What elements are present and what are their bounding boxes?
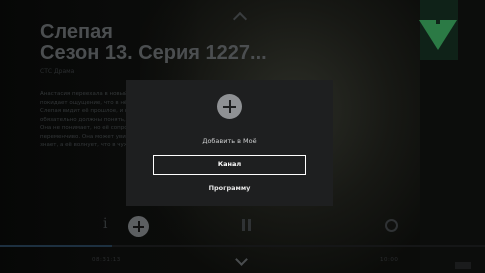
- time-start: 08:31:13: [92, 257, 121, 263]
- info-icon[interactable]: i: [103, 216, 107, 232]
- add-program-button[interactable]: Программу: [153, 181, 306, 195]
- plus-icon[interactable]: [128, 216, 149, 237]
- add-to-my-dialog: Добавить в Моё Канал Программу: [126, 80, 333, 206]
- add-channel-button[interactable]: Канал: [153, 155, 306, 175]
- progress-fill: [0, 245, 112, 247]
- add-icon: [217, 94, 242, 119]
- time-end: 10:00: [380, 257, 399, 263]
- channel-logo-notch: [436, 18, 440, 24]
- program-title-line2: Сезон 13. Серия 1227...: [40, 42, 267, 64]
- program-title: Слепая Сезон 13. Серия 1227...: [40, 22, 267, 64]
- program-title-line1: Слепая: [40, 21, 113, 43]
- program-meta: СТС Драма: [40, 68, 75, 75]
- settings-icon[interactable]: [385, 219, 398, 232]
- dialog-heading: Добавить в Моё: [202, 137, 257, 145]
- pause-icon[interactable]: [242, 219, 252, 231]
- corner-button[interactable]: [455, 262, 471, 269]
- channel-logo-icon: [419, 20, 457, 50]
- player-screen: Слепая Сезон 13. Серия 1227... СТС Драма…: [0, 0, 485, 273]
